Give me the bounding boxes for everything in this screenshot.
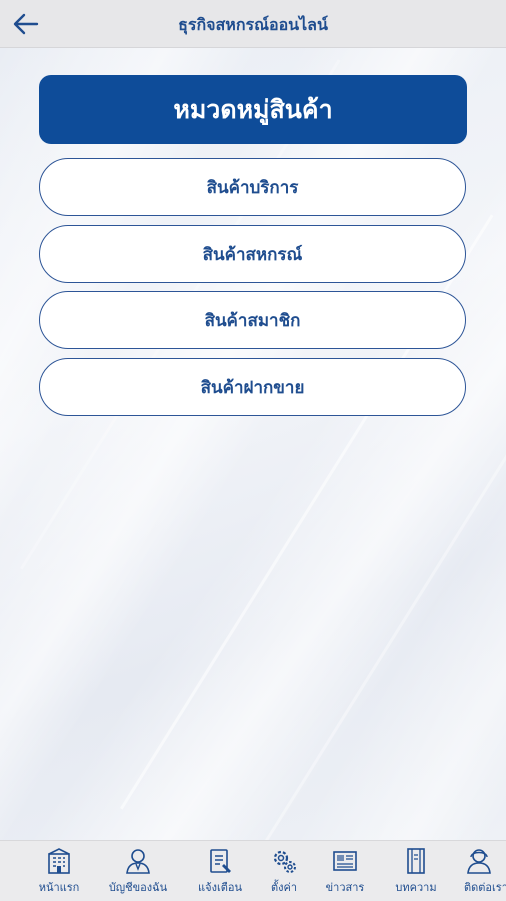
building-icon — [48, 848, 70, 874]
contact-person-icon — [467, 849, 491, 874]
bottom-navigation: หน้าแรก บัญชีของฉัน แจ้งเตือน ตั้งค่า ข่… — [0, 840, 506, 901]
category-heading-card: หมวดหมู่สินค้า — [39, 75, 467, 144]
category-button-cooperative[interactable]: สินค้าสหกรณ์ — [39, 225, 466, 283]
newspaper-icon — [333, 851, 357, 871]
notification-doc-icon — [210, 849, 231, 873]
category-button-member[interactable]: สินค้าสมาชิก — [39, 291, 466, 349]
category-button-label: สินค้าฝากขาย — [200, 377, 305, 398]
nav-label: บทความ — [395, 881, 437, 894]
category-button-label: สินค้าสหกรณ์ — [202, 244, 303, 265]
settings-gears-icon — [273, 850, 296, 873]
nav-item-contact[interactable]: ติดต่อเรา — [452, 841, 506, 901]
category-button-consignment[interactable]: สินค้าฝากขาย — [39, 358, 466, 416]
category-button-label: สินค้าสมาชิก — [204, 310, 301, 331]
nav-item-notifications[interactable]: แจ้งเตือน — [189, 841, 251, 901]
content-area: หมวดหมู่สินค้า สินค้าบริการ สินค้าสหกรณ์… — [0, 48, 506, 840]
article-book-icon — [407, 848, 425, 874]
nav-label: ติดต่อเรา — [464, 881, 506, 894]
nav-item-news[interactable]: ข่าวสาร — [314, 841, 376, 901]
nav-item-home[interactable]: หน้าแรก — [28, 841, 90, 901]
nav-label: หน้าแรก — [38, 881, 80, 894]
category-button-label: สินค้าบริการ — [206, 177, 299, 198]
nav-label: ตั้งค่า — [270, 881, 298, 894]
nav-label: แจ้งเตือน — [198, 881, 242, 894]
app-header: ธุรกิจสหกรณ์ออนไลน์ — [0, 0, 506, 48]
nav-label: บัญชีของฉัน — [108, 881, 168, 894]
nav-item-settings[interactable]: ตั้งค่า — [253, 841, 315, 901]
nav-label: ข่าวสาร — [325, 881, 365, 894]
category-heading: หมวดหมู่สินค้า — [173, 94, 333, 124]
page-title: ธุรกิจสหกรณ์ออนไลน์ — [178, 15, 328, 34]
user-account-icon — [126, 849, 150, 874]
nav-item-articles[interactable]: บทความ — [385, 841, 447, 901]
nav-item-account[interactable]: บัญชีของฉัน — [107, 841, 169, 901]
category-button-services[interactable]: สินค้าบริการ — [39, 158, 466, 216]
